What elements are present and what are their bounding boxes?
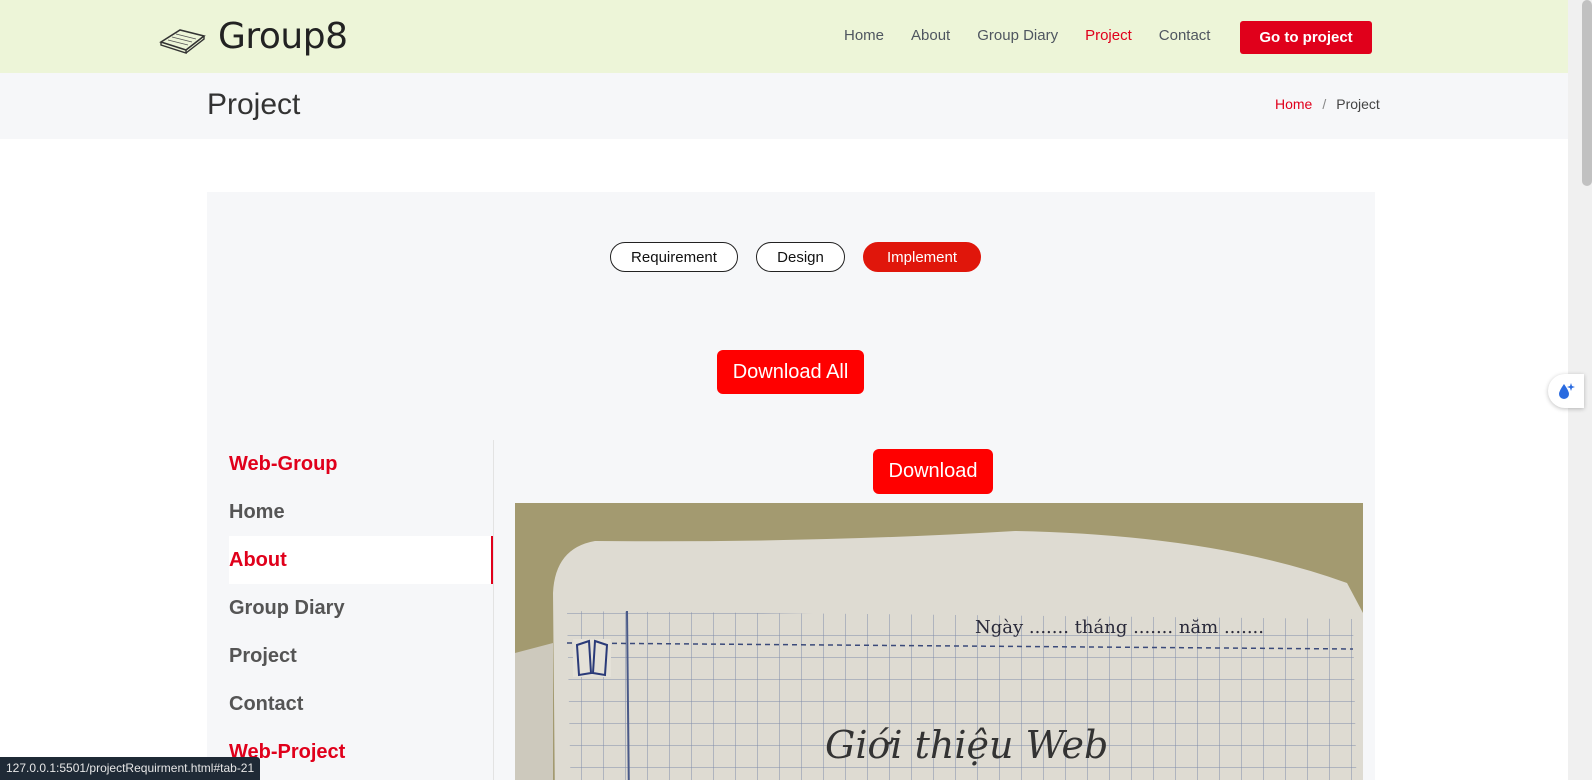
download-all-button[interactable]: Download All xyxy=(717,350,864,394)
sidebar-item-contact[interactable]: Contact xyxy=(229,680,493,728)
nav-group-diary[interactable]: Group Diary xyxy=(977,27,1058,44)
site-header: Group8 Home About Group Diary Project Co… xyxy=(0,0,1568,73)
nav-contact[interactable]: Contact xyxy=(1159,27,1211,44)
sidebar-item-group-diary[interactable]: Group Diary xyxy=(229,584,493,632)
brand-name: Group8 xyxy=(218,16,348,57)
sidebar-heading-web-group[interactable]: Web-Group xyxy=(229,440,493,488)
breadcrumb-separator: / xyxy=(1322,96,1327,112)
floating-assistant-button[interactable] xyxy=(1548,374,1584,408)
download-button[interactable]: Download xyxy=(873,449,993,494)
tab-requirement[interactable]: Requirement xyxy=(610,242,738,272)
notebook-date-line: Ngày ....... tháng ....... năm ....... xyxy=(975,617,1264,638)
sidebar-heading-web-project[interactable]: Web-Project xyxy=(229,728,493,776)
page-title: Project xyxy=(207,88,301,121)
breadcrumb-home[interactable]: Home xyxy=(1275,96,1312,112)
nav-project[interactable]: Project xyxy=(1085,27,1132,44)
notebook-handwriting: Giới thiệu Web xyxy=(825,723,1108,767)
nav-home[interactable]: Home xyxy=(844,27,884,44)
sidebar-item-project[interactable]: Project xyxy=(229,632,493,680)
sparkle-drop-icon xyxy=(1559,383,1575,399)
nav-about[interactable]: About xyxy=(911,27,950,44)
status-url-bar: 127.0.0.1:5501/projectRequirment.html#ta… xyxy=(0,757,261,780)
notebook-illustration: Ngày ....... tháng ....... năm ....... G… xyxy=(515,503,1363,780)
tab-implement[interactable]: Implement xyxy=(863,242,981,272)
sidebar-item-home[interactable]: Home xyxy=(229,488,493,536)
go-to-project-button[interactable]: Go to project xyxy=(1240,21,1372,54)
project-panel: Requirement Design Implement Download Al… xyxy=(207,192,1375,780)
book-icon xyxy=(159,28,206,54)
main-nav: Home About Group Diary Project Contact xyxy=(844,27,1237,44)
breadcrumb: Home / Project xyxy=(1275,96,1380,112)
file-sidebar: Web-Group Home About Group Diary Project… xyxy=(229,440,494,780)
notebook-photo: Ngày ....... tháng ....... năm ....... G… xyxy=(515,503,1363,780)
scrollbar-thumb[interactable] xyxy=(1582,0,1592,186)
tab-design[interactable]: Design xyxy=(756,242,845,272)
project-tabs: Requirement Design Implement xyxy=(610,242,981,272)
sidebar-item-about[interactable]: About xyxy=(229,536,493,584)
brand-logo[interactable]: Group8 xyxy=(158,16,348,57)
breadcrumb-current: Project xyxy=(1336,96,1380,112)
page-title-bar: Project Home / Project xyxy=(0,73,1568,139)
